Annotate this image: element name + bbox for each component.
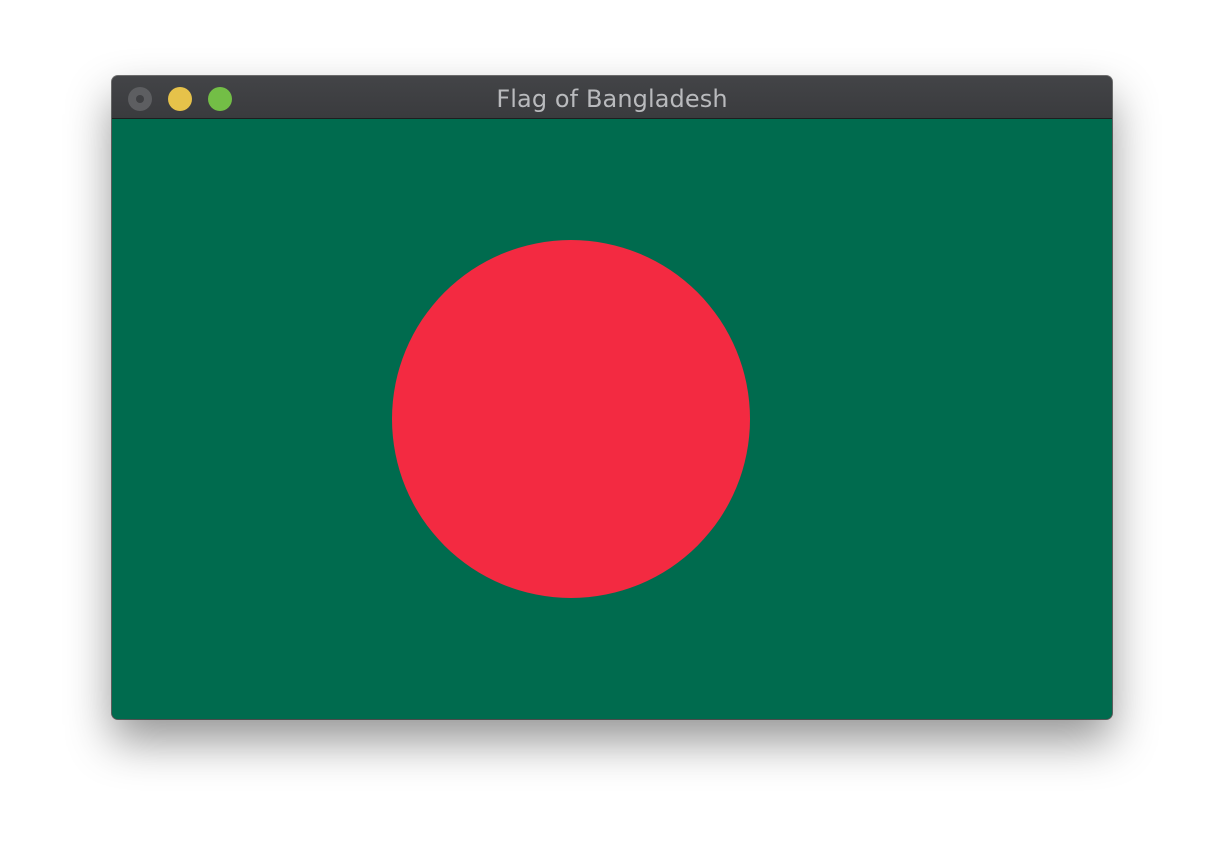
- flag-red-disc: [392, 240, 750, 598]
- flag-canvas: [112, 119, 1112, 719]
- app-window: Flag of Bangladesh: [112, 76, 1112, 719]
- window-title: Flag of Bangladesh: [496, 85, 728, 113]
- flag-graphic: [112, 119, 1112, 719]
- title-bar[interactable]: Flag of Bangladesh: [112, 76, 1112, 119]
